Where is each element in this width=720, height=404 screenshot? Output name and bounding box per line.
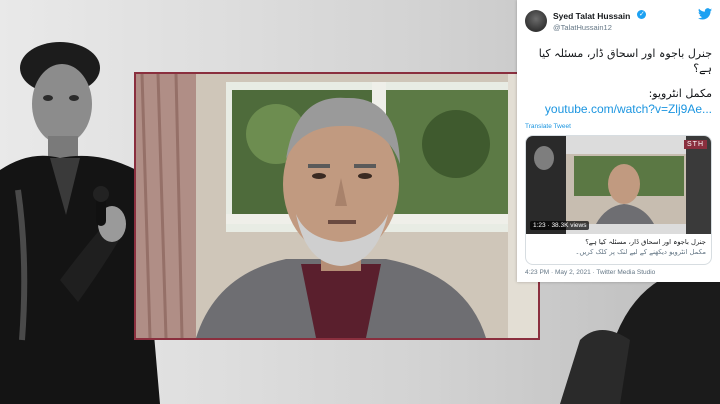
- video-duration: 1:23 · 38.3K views: [530, 221, 590, 230]
- card-title: جنرل باجوہ اور اسحاق ڈار، مسئلہ کیا ہے؟: [585, 238, 706, 246]
- video-still: Syed Talat Hussain ✓ @TalatHussain12 جنر…: [0, 0, 720, 404]
- video-thumbnail[interactable]: 1:23 · 38.3K views STH: [526, 136, 711, 234]
- video-preview-card[interactable]: 1:23 · 38.3K views STH جنرل باجوہ اور اس…: [525, 135, 712, 265]
- author-handle[interactable]: @TalatHussain12: [553, 22, 646, 34]
- views-text: 38.3K views: [551, 222, 587, 229]
- card-text: جنرل باجوہ اور اسحاق ڈار، مسئلہ کیا ہے؟ …: [526, 234, 711, 260]
- brand-badge: STH: [684, 140, 707, 149]
- duration-text: 1:23: [533, 222, 546, 229]
- thumbnail-image: [526, 136, 711, 234]
- avatar[interactable]: [525, 10, 547, 32]
- translate-tweet-link[interactable]: Translate Tweet: [525, 123, 712, 130]
- card-subtitle: مکمل انٹرویو دیکھنے کے لیے لنک پر کلک کر…: [575, 248, 706, 256]
- tweet-text: جنرل باجوہ اور اسحاق ڈار، مسئلہ کیا ہے؟: [538, 47, 712, 75]
- tweet-author: Syed Talat Hussain ✓ @TalatHussain12: [553, 8, 647, 34]
- tweet-header: Syed Talat Hussain ✓ @TalatHussain12: [525, 6, 712, 36]
- twitter-bird-icon[interactable]: [698, 8, 712, 20]
- tweet-card[interactable]: Syed Talat Hussain ✓ @TalatHussain12 جنر…: [517, 0, 720, 282]
- verified-badge-icon: ✓: [637, 10, 647, 19]
- interview-video-frame[interactable]: [134, 72, 540, 340]
- author-name[interactable]: Syed Talat Hussain: [553, 11, 630, 21]
- tweet-link[interactable]: youtube.com/watch?v=Zlj9Ae...: [525, 101, 712, 117]
- interviewee-image: [136, 74, 538, 338]
- tweet-text-line2: مکمل انٹرویو:: [648, 87, 712, 100]
- tweet-timestamp[interactable]: 4:23 PM · May 2, 2021 · Twitter Media St…: [525, 269, 712, 276]
